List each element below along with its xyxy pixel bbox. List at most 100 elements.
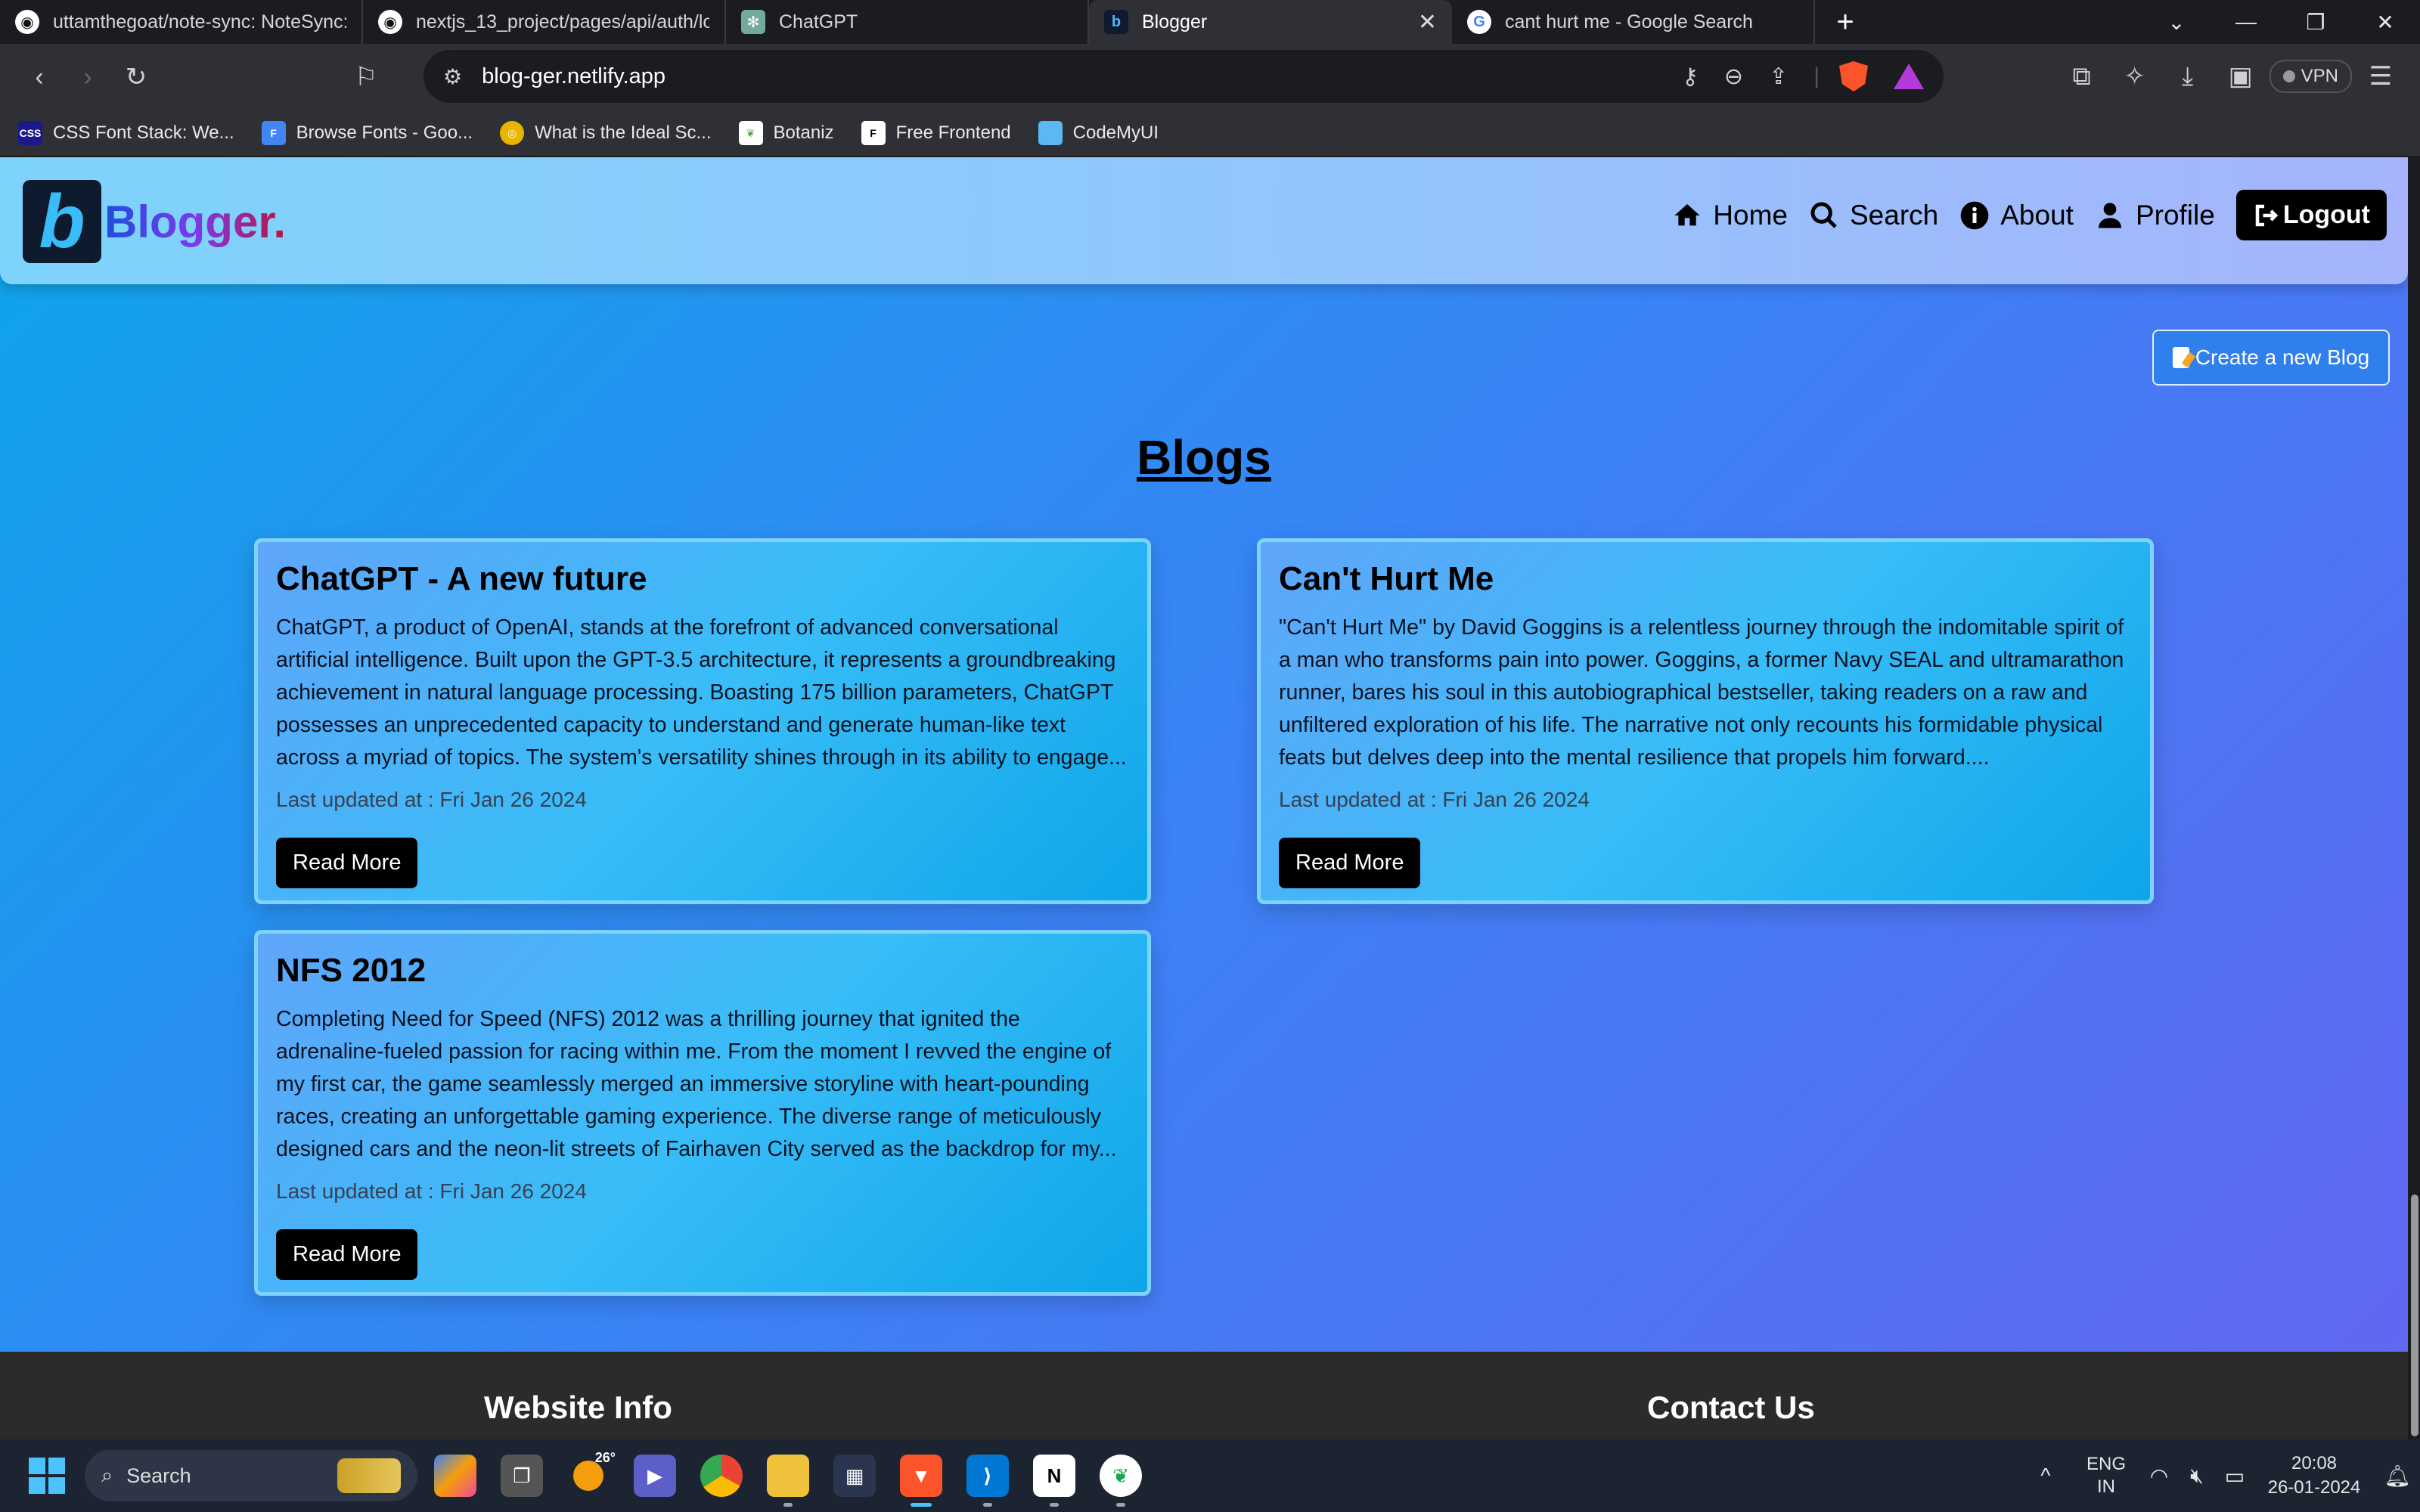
- logout-icon: [2255, 204, 2279, 226]
- search-highlight-icon: [337, 1458, 401, 1493]
- wallet-icon[interactable]: ▣: [2217, 52, 2265, 101]
- copilot-icon[interactable]: [434, 1455, 476, 1497]
- file-explorer-icon[interactable]: [767, 1455, 809, 1497]
- botaniz-icon: ❦: [738, 121, 763, 145]
- nav-profile[interactable]: Profile: [2095, 200, 2215, 231]
- bookmark-label: Botaniz: [773, 122, 834, 143]
- bookmark-css-font-stack[interactable]: CSS CSS Font Stack: We...: [18, 121, 234, 145]
- page-viewport[interactable]: b Blogger. Home Search About Profile Log…: [0, 157, 2408, 1439]
- read-more-button[interactable]: Read More: [1279, 838, 1421, 888]
- leo-ai-icon[interactable]: ✧: [2111, 52, 2159, 101]
- wifi-icon[interactable]: ◠: [2140, 1464, 2178, 1489]
- clock[interactable]: 20:08 26-01-2024: [2254, 1452, 2375, 1500]
- logout-label: Logout: [2282, 200, 2370, 229]
- home-icon: [1674, 203, 1700, 225]
- bookmark-codemyui[interactable]: CodeMyUI: [1038, 121, 1159, 145]
- read-more-button[interactable]: Read More: [276, 838, 418, 888]
- zoom-out-icon[interactable]: ⊖: [1724, 64, 1743, 90]
- tab-nextjs-project[interactable]: ◉ nextjs_13_project/pages/api/auth/logi: [363, 0, 726, 44]
- nav-label: About: [2000, 199, 2074, 231]
- minimize-icon[interactable]: —: [2211, 0, 2281, 44]
- user-icon: [2098, 202, 2121, 228]
- forward-icon[interactable]: ›: [64, 53, 112, 101]
- blog-date: Last updated at : Fri Jan 26 2024: [1279, 788, 1590, 811]
- bookmark-label: What is the Ideal Sc...: [535, 122, 712, 143]
- vpn-button[interactable]: VPN: [2269, 60, 2352, 93]
- vscode-icon[interactable]: ⟩: [966, 1455, 1009, 1497]
- back-icon[interactable]: ‹: [15, 53, 64, 101]
- tab-chatgpt[interactable]: ✻ ChatGPT: [726, 0, 1089, 44]
- new-tab-button[interactable]: +: [1815, 0, 1876, 44]
- nav-label: Search: [1850, 199, 1939, 231]
- logout-button[interactable]: Logout: [2235, 190, 2387, 240]
- restore-icon[interactable]: ❐: [2281, 0, 2350, 44]
- weather-widget[interactable]: 26°: [567, 1450, 616, 1497]
- window-controls: ⌄ — ❐ ✕: [2142, 0, 2420, 44]
- battery-icon[interactable]: ▭: [2216, 1464, 2254, 1489]
- extensions-icon[interactable]: ⧉: [2058, 52, 2106, 101]
- search-icon: ⌕: [101, 1464, 113, 1486]
- mute-icon[interactable]: 🔇︎: [2178, 1464, 2216, 1489]
- page-title: Blogs: [1137, 430, 1271, 485]
- address-bar[interactable]: ⚙ blog-ger.netlify.app ⚷ ⊖ ⇪ |: [424, 50, 1944, 103]
- site-logo[interactable]: b Blogger.: [23, 180, 286, 263]
- site-settings-icon[interactable]: ⚙: [443, 64, 462, 89]
- browser-toolbar: ‹ › ↻ ⚐ ⚙ blog-ger.netlify.app ⚷ ⊖ ⇪ | ⧉…: [0, 44, 2420, 110]
- info-icon: [1960, 201, 1989, 229]
- cssfontstack-icon: CSS: [18, 121, 42, 145]
- blog-excerpt: "Can't Hurt Me" by David Goggins is a re…: [1279, 615, 2124, 770]
- blog-date: Last updated at : Fri Jan 26 2024: [276, 788, 587, 811]
- browser-tab-strip: ◉ uttamthegoat/note-sync: NoteSync: A ◉ …: [0, 0, 2420, 44]
- chrome-icon[interactable]: [700, 1455, 743, 1497]
- main-nav: Home Search About Profile Logout: [1672, 190, 2387, 240]
- tab-blogger[interactable]: b Blogger ✕: [1089, 0, 1452, 44]
- tab-note-sync[interactable]: ◉ uttamthegoat/note-sync: NoteSync: A: [0, 0, 363, 44]
- close-tab-icon[interactable]: ✕: [1418, 9, 1437, 36]
- task-view-icon[interactable]: ❐: [501, 1455, 543, 1497]
- windows-start-icon[interactable]: [29, 1458, 65, 1494]
- bookmark-free-frontend[interactable]: F Free Frontend: [861, 121, 1011, 145]
- scrollbar-thumb[interactable]: [2411, 1194, 2418, 1436]
- windows-taskbar: ⌕ Search ❐ 26° ▶ ▦ ▼ ⟩ N ❦ ^ ENG IN ◠ 🔇︎…: [0, 1439, 2420, 1512]
- divider: |: [1813, 64, 1820, 88]
- github-icon: ◉: [15, 10, 39, 34]
- clock-date: 26-01-2024: [2267, 1477, 2361, 1498]
- blog-title: NFS 2012: [276, 952, 427, 989]
- bookmark-ideal-screen[interactable]: ◎ What is the Ideal Sc...: [500, 121, 712, 145]
- mongodb-compass-icon[interactable]: ❦: [1100, 1455, 1142, 1497]
- taskbar-search[interactable]: ⌕ Search: [85, 1450, 417, 1501]
- downloads-icon[interactable]: ⤓: [2164, 52, 2212, 101]
- tab-label: uttamthegoat/note-sync: NoteSync: A: [53, 11, 346, 33]
- chrome-icon: ◎: [500, 121, 525, 145]
- menu-icon[interactable]: ☰: [2356, 52, 2405, 101]
- language-indicator[interactable]: ENG IN: [2072, 1453, 2140, 1498]
- share-icon[interactable]: ⇪: [1769, 64, 1788, 90]
- read-more-button[interactable]: Read More: [276, 1229, 418, 1280]
- create-blog-button[interactable]: Create a new Blog: [2152, 330, 2390, 386]
- blogger-icon: b: [1104, 10, 1128, 34]
- nav-about[interactable]: About: [1959, 200, 2074, 231]
- password-key-icon[interactable]: ⚷: [1682, 64, 1699, 90]
- bookmark-icon[interactable]: ⚐: [342, 53, 390, 101]
- ms-store-icon[interactable]: ▦: [833, 1455, 876, 1497]
- brave-rewards-icon[interactable]: [1894, 64, 1924, 89]
- close-window-icon[interactable]: ✕: [2350, 0, 2420, 44]
- brave-shields-icon[interactable]: [1839, 61, 1868, 91]
- blog-title: ChatGPT - A new future: [276, 560, 647, 597]
- tab-label: Blogger: [1142, 11, 1208, 33]
- tray-overflow-icon[interactable]: ^: [2019, 1464, 2072, 1488]
- brave-icon[interactable]: ▼: [900, 1455, 942, 1497]
- bookmark-google-fonts[interactable]: F Browse Fonts - Goo...: [261, 121, 473, 145]
- notification-bell-icon[interactable]: 🔔︎: [2375, 1464, 2420, 1489]
- bookmark-botaniz[interactable]: ❦ Botaniz: [738, 121, 834, 145]
- nav-search[interactable]: Search: [1809, 200, 1938, 231]
- teams-icon[interactable]: ▶: [634, 1455, 676, 1497]
- url-text[interactable]: blog-ger.netlify.app: [482, 64, 1656, 89]
- nav-home[interactable]: Home: [1672, 200, 1788, 231]
- codemyui-icon: [1038, 121, 1063, 145]
- notion-icon[interactable]: N: [1033, 1455, 1075, 1497]
- tab-google-search[interactable]: G cant hurt me - Google Search: [1452, 0, 1815, 44]
- github-icon: ◉: [378, 10, 402, 34]
- reload-icon[interactable]: ↻: [112, 53, 160, 101]
- tab-search-chevron-icon[interactable]: ⌄: [2142, 0, 2211, 44]
